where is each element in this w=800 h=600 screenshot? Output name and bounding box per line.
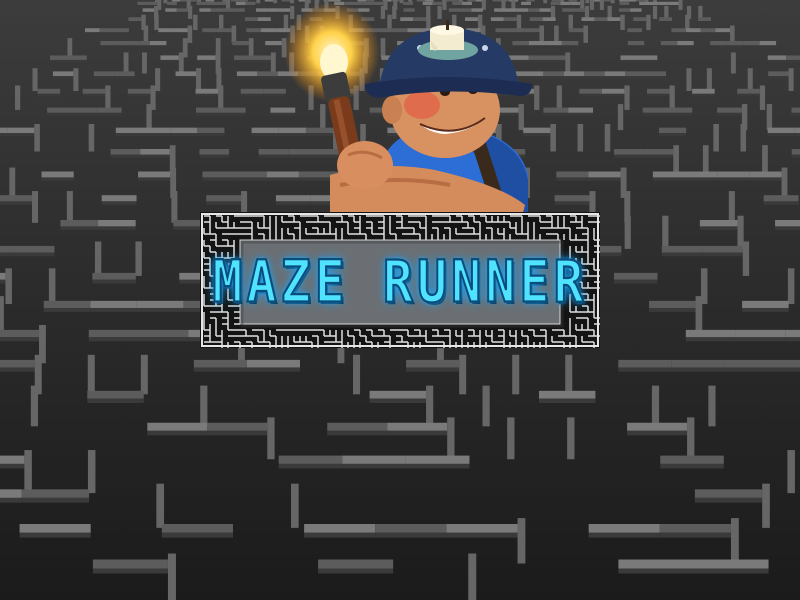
miner-character bbox=[284, 2, 532, 225]
title-banner bbox=[200, 212, 600, 348]
title-screen: MAZE RUNNER bbox=[0, 0, 800, 600]
